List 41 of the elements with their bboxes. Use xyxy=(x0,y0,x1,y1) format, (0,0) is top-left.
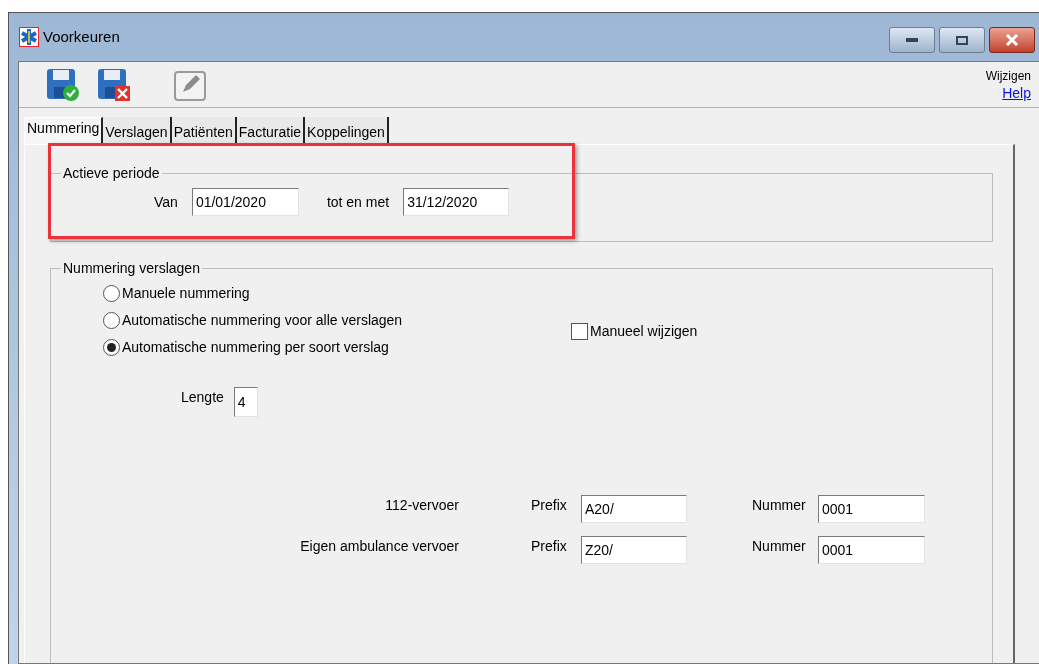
tab[interactable]: Verslagen xyxy=(103,117,172,144)
close-icon xyxy=(1005,34,1019,46)
field-label: Nummer xyxy=(752,496,807,515)
radio-option[interactable]: Manuele nummering xyxy=(103,283,571,303)
number-field[interactable]: 0001 xyxy=(818,536,925,564)
tab[interactable]: Koppelingen xyxy=(305,117,389,144)
date-field[interactable]: 01/01/2020 xyxy=(191,188,299,216)
save-confirm-icon[interactable] xyxy=(46,67,80,102)
radio-button[interactable] xyxy=(103,311,120,329)
radio-button[interactable] xyxy=(103,284,120,302)
date-field[interactable]: 31/12/2020 xyxy=(403,188,510,216)
app-logo-icon xyxy=(19,27,39,47)
tab[interactable]: Patiënten xyxy=(171,117,237,144)
row-label: Eigen ambulance vervoer xyxy=(299,537,459,556)
maximize-button[interactable] xyxy=(939,27,985,53)
mode-label: Wijzigen xyxy=(985,67,1031,84)
window-title: Voorkeuren xyxy=(43,26,120,47)
minimize-button[interactable] xyxy=(889,27,935,53)
row-label: 112-vervoer xyxy=(384,496,459,515)
radio-option[interactable]: Automatische nummering per soort verslag xyxy=(103,337,571,357)
group-title: Nummering verslagen xyxy=(62,259,201,278)
radio-option[interactable]: Automatische nummering voor alle verslagen xyxy=(103,310,571,330)
tab[interactable]: Facturatie xyxy=(236,117,306,144)
tab[interactable]: Nummering xyxy=(24,117,104,144)
prefix-field[interactable]: Z20/ xyxy=(581,536,687,564)
field-label: Lengte xyxy=(181,388,224,407)
group-title: Actieve periode xyxy=(62,164,161,183)
field-label: Prefix xyxy=(531,537,568,556)
field-label: Prefix xyxy=(531,496,568,515)
prefix-field[interactable]: A20/ xyxy=(581,495,687,523)
field-label: Van xyxy=(154,192,178,212)
radio-button[interactable] xyxy=(103,338,120,356)
checkbox-option[interactable]: Manueel wijzigen xyxy=(571,321,698,342)
field-label: Nummer xyxy=(752,537,807,556)
save-cancel-icon[interactable] xyxy=(97,67,131,102)
close-button[interactable] xyxy=(989,27,1035,53)
number-field[interactable]: 0001 xyxy=(818,495,925,523)
help-link[interactable]: Help xyxy=(1002,83,1031,102)
length-field[interactable]: 4 xyxy=(233,387,258,417)
field-label: tot en met xyxy=(326,192,390,212)
checkbox[interactable] xyxy=(571,323,588,340)
